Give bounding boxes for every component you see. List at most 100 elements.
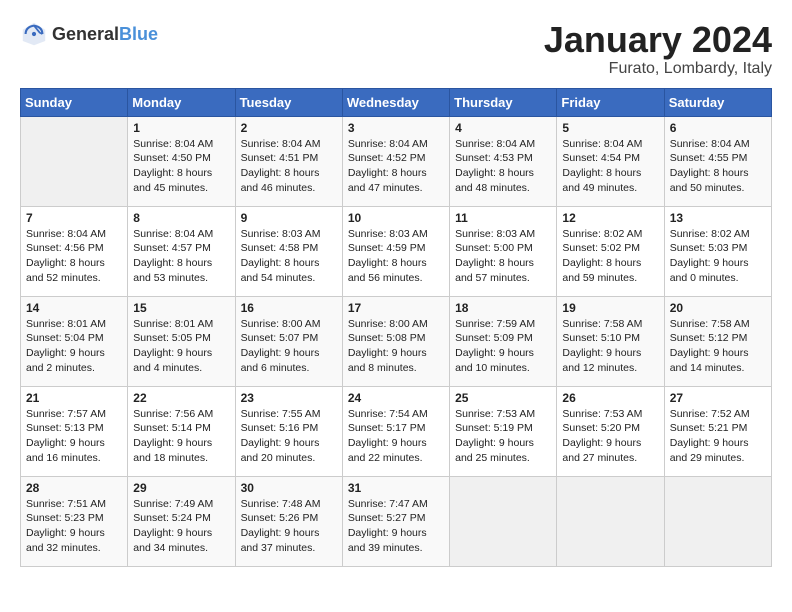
day-number: 26 — [562, 391, 658, 405]
calendar-cell — [450, 476, 557, 566]
calendar-cell: 12 Sunrise: 8:02 AMSunset: 5:02 PMDayligh… — [557, 206, 664, 296]
day-info: Sunrise: 7:54 AMSunset: 5:17 PMDaylight:… — [348, 407, 444, 466]
calendar-cell: 4 Sunrise: 8:04 AMSunset: 4:53 PMDaylight… — [450, 116, 557, 206]
day-number: 8 — [133, 211, 229, 225]
day-info: Sunrise: 7:57 AMSunset: 5:13 PMDaylight:… — [26, 407, 122, 466]
day-number: 10 — [348, 211, 444, 225]
day-number: 28 — [26, 481, 122, 495]
day-info: Sunrise: 7:48 AMSunset: 5:26 PMDaylight:… — [241, 497, 337, 556]
day-info: Sunrise: 8:03 AMSunset: 5:00 PMDaylight:… — [455, 227, 551, 286]
day-number: 16 — [241, 301, 337, 315]
calendar-cell: 30Sunrise: 7:48 AMSunset: 5:26 PMDayligh… — [235, 476, 342, 566]
weekday-header-tuesday: Tuesday — [235, 88, 342, 116]
day-number: 4 — [455, 121, 551, 135]
calendar-week-row: 28 Sunrise: 7:51 AMSunset: 5:23 PMDayligh… — [21, 476, 772, 566]
logo-text: GeneralBlue — [52, 24, 158, 45]
day-number: 3 — [348, 121, 444, 135]
day-info: Sunrise: 7:55 AMSunset: 5:16 PMDaylight:… — [241, 407, 337, 466]
calendar-cell: 23 Sunrise: 7:55 AMSunset: 5:16 PMDayligh… — [235, 386, 342, 476]
day-number: 27 — [670, 391, 766, 405]
weekday-header-sunday: Sunday — [21, 88, 128, 116]
day-info: Sunrise: 7:58 AMSunset: 5:12 PMDaylight:… — [670, 317, 766, 376]
calendar-cell: 17 Sunrise: 8:00 AMSunset: 5:08 PMDayligh… — [342, 296, 449, 386]
calendar-cell: 3 Sunrise: 8:04 AMSunset: 4:52 PMDaylight… — [342, 116, 449, 206]
day-info: Sunrise: 8:04 AMSunset: 4:56 PMDaylight:… — [26, 227, 122, 286]
month-title: January 2024 — [544, 20, 772, 60]
day-number: 7 — [26, 211, 122, 225]
day-number: 25 — [455, 391, 551, 405]
calendar-cell: 14Sunrise: 8:01 AMSunset: 5:04 PMDayligh… — [21, 296, 128, 386]
weekday-header-saturday: Saturday — [664, 88, 771, 116]
day-info: Sunrise: 8:02 AMSunset: 5:02 PMDaylight:… — [562, 227, 658, 286]
weekday-header-monday: Monday — [128, 88, 235, 116]
day-info: Sunrise: 8:04 AMSunset: 4:53 PMDaylight:… — [455, 137, 551, 196]
calendar-week-row: 7 Sunrise: 8:04 AMSunset: 4:56 PMDaylight… — [21, 206, 772, 296]
day-info: Sunrise: 8:01 AMSunset: 5:05 PMDaylight:… — [133, 317, 229, 376]
day-info: Sunrise: 7:59 AMSunset: 5:09 PMDaylight:… — [455, 317, 551, 376]
day-number: 31 — [348, 481, 444, 495]
day-info: Sunrise: 8:00 AMSunset: 5:07 PMDaylight:… — [241, 317, 337, 376]
day-info: Sunrise: 8:04 AMSunset: 4:50 PMDaylight:… — [133, 137, 229, 196]
day-info: Sunrise: 7:56 AMSunset: 5:14 PMDaylight:… — [133, 407, 229, 466]
weekday-header-wednesday: Wednesday — [342, 88, 449, 116]
calendar-cell: 26 Sunrise: 7:53 AMSunset: 5:20 PMDayligh… — [557, 386, 664, 476]
day-number: 14 — [26, 301, 122, 315]
title-block: January 2024 Furato, Lombardy, Italy — [544, 20, 772, 78]
calendar-cell: 29Sunrise: 7:49 AMSunset: 5:24 PMDayligh… — [128, 476, 235, 566]
weekday-header-friday: Friday — [557, 88, 664, 116]
calendar-cell: 21 Sunrise: 7:57 AMSunset: 5:13 PMDayligh… — [21, 386, 128, 476]
calendar-cell: 24Sunrise: 7:54 AMSunset: 5:17 PMDayligh… — [342, 386, 449, 476]
day-info: Sunrise: 8:04 AMSunset: 4:54 PMDaylight:… — [562, 137, 658, 196]
day-number: 5 — [562, 121, 658, 135]
day-info: Sunrise: 7:53 AMSunset: 5:20 PMDaylight:… — [562, 407, 658, 466]
day-number: 20 — [670, 301, 766, 315]
calendar-cell — [21, 116, 128, 206]
day-number: 2 — [241, 121, 337, 135]
day-info: Sunrise: 8:04 AMSunset: 4:51 PMDaylight:… — [241, 137, 337, 196]
calendar-cell: 10 Sunrise: 8:03 AMSunset: 4:59 PMDayligh… — [342, 206, 449, 296]
weekday-header-row: SundayMondayTuesdayWednesdayThursdayFrid… — [21, 88, 772, 116]
calendar-cell: 27Sunrise: 7:52 AMSunset: 5:21 PMDayligh… — [664, 386, 771, 476]
calendar-cell: 19Sunrise: 7:58 AMSunset: 5:10 PMDayligh… — [557, 296, 664, 386]
calendar-cell: 5 Sunrise: 8:04 AMSunset: 4:54 PMDaylight… — [557, 116, 664, 206]
calendar-cell: 16 Sunrise: 8:00 AMSunset: 5:07 PMDayligh… — [235, 296, 342, 386]
day-number: 11 — [455, 211, 551, 225]
day-info: Sunrise: 8:04 AMSunset: 4:55 PMDaylight:… — [670, 137, 766, 196]
calendar-cell: 6 Sunrise: 8:04 AMSunset: 4:55 PMDaylight… — [664, 116, 771, 206]
calendar-cell: 2 Sunrise: 8:04 AMSunset: 4:51 PMDaylight… — [235, 116, 342, 206]
calendar-week-row: 21 Sunrise: 7:57 AMSunset: 5:13 PMDayligh… — [21, 386, 772, 476]
day-number: 12 — [562, 211, 658, 225]
day-number: 6 — [670, 121, 766, 135]
day-info: Sunrise: 8:02 AMSunset: 5:03 PMDaylight:… — [670, 227, 766, 286]
calendar-cell: 25 Sunrise: 7:53 AMSunset: 5:19 PMDayligh… — [450, 386, 557, 476]
day-number: 1 — [133, 121, 229, 135]
calendar-cell: 20 Sunrise: 7:58 AMSunset: 5:12 PMDayligh… — [664, 296, 771, 386]
calendar-cell: 7 Sunrise: 8:04 AMSunset: 4:56 PMDaylight… — [21, 206, 128, 296]
calendar-cell: 11 Sunrise: 8:03 AMSunset: 5:00 PMDayligh… — [450, 206, 557, 296]
calendar-cell: 1 Sunrise: 8:04 AMSunset: 4:50 PMDaylight… — [128, 116, 235, 206]
day-info: Sunrise: 8:03 AMSunset: 4:58 PMDaylight:… — [241, 227, 337, 286]
day-number: 18 — [455, 301, 551, 315]
calendar-table: SundayMondayTuesdayWednesdayThursdayFrid… — [20, 88, 772, 567]
day-info: Sunrise: 7:51 AMSunset: 5:23 PMDaylight:… — [26, 497, 122, 556]
calendar-week-row: 1 Sunrise: 8:04 AMSunset: 4:50 PMDaylight… — [21, 116, 772, 206]
calendar-cell: 13Sunrise: 8:02 AMSunset: 5:03 PMDayligh… — [664, 206, 771, 296]
calendar-cell: 15Sunrise: 8:01 AMSunset: 5:05 PMDayligh… — [128, 296, 235, 386]
day-info: Sunrise: 8:00 AMSunset: 5:08 PMDaylight:… — [348, 317, 444, 376]
calendar-cell: 18 Sunrise: 7:59 AMSunset: 5:09 PMDayligh… — [450, 296, 557, 386]
calendar-cell: 22Sunrise: 7:56 AMSunset: 5:14 PMDayligh… — [128, 386, 235, 476]
logo-icon — [20, 20, 48, 48]
day-number: 9 — [241, 211, 337, 225]
calendar-cell: 9 Sunrise: 8:03 AMSunset: 4:58 PMDaylight… — [235, 206, 342, 296]
logo: GeneralBlue — [20, 20, 158, 48]
weekday-header-thursday: Thursday — [450, 88, 557, 116]
day-info: Sunrise: 7:53 AMSunset: 5:19 PMDaylight:… — [455, 407, 551, 466]
day-number: 21 — [26, 391, 122, 405]
day-info: Sunrise: 8:03 AMSunset: 4:59 PMDaylight:… — [348, 227, 444, 286]
day-number: 23 — [241, 391, 337, 405]
day-number: 17 — [348, 301, 444, 315]
location-title: Furato, Lombardy, Italy — [544, 60, 772, 78]
calendar-cell: 8Sunrise: 8:04 AMSunset: 4:57 PMDaylight… — [128, 206, 235, 296]
day-info: Sunrise: 8:04 AMSunset: 4:52 PMDaylight:… — [348, 137, 444, 196]
calendar-week-row: 14Sunrise: 8:01 AMSunset: 5:04 PMDayligh… — [21, 296, 772, 386]
